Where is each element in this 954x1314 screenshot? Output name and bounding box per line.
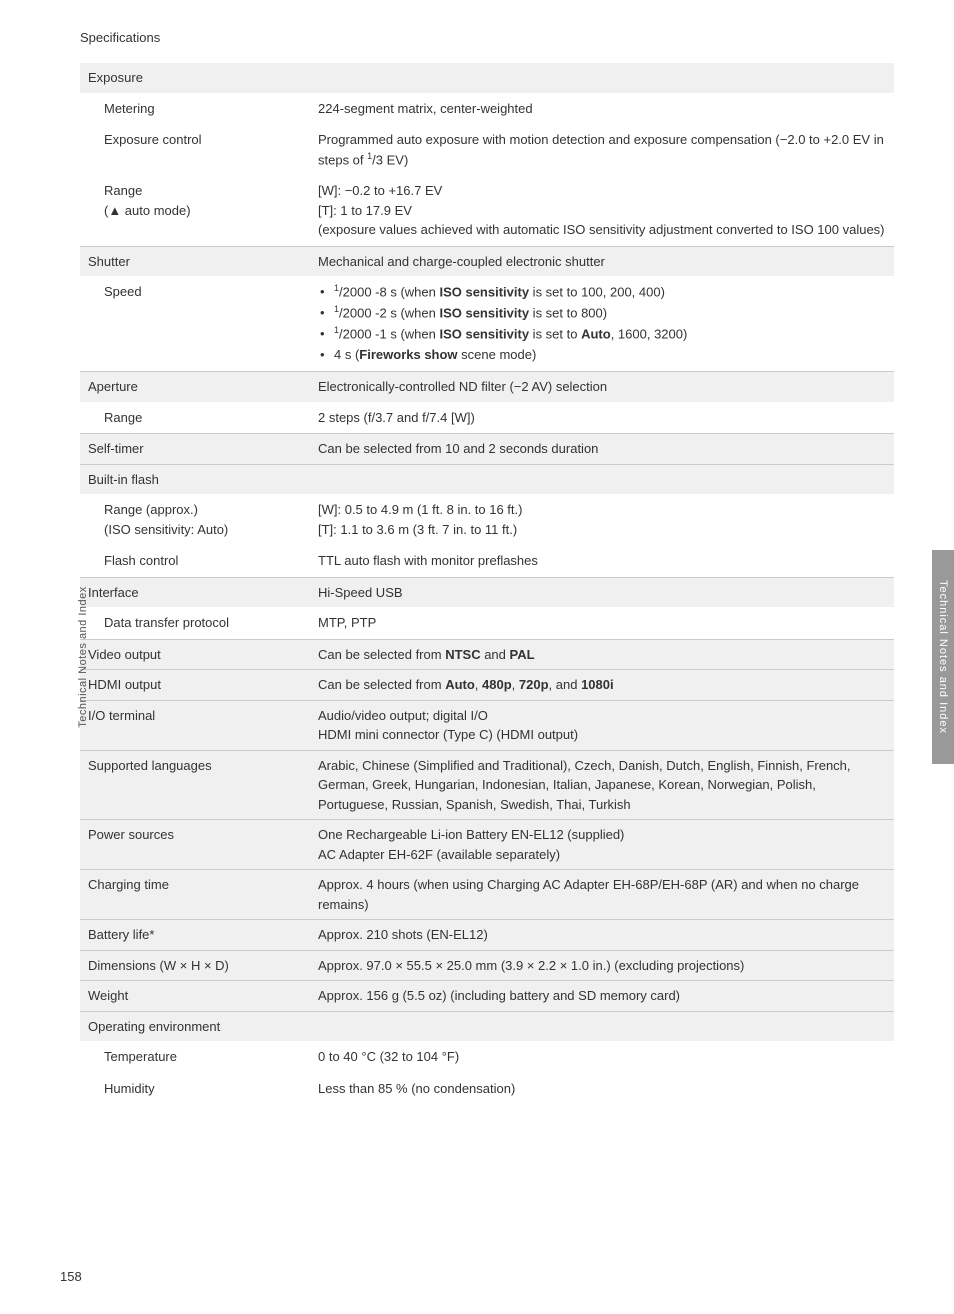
spec-sub-label: Range(▲ auto mode)	[80, 175, 310, 246]
spec-sub-value: 0 to 40 °C (32 to 104 °F)	[310, 1041, 894, 1073]
spec-value: Audio/video output; digital I/OHDMI mini…	[310, 700, 894, 750]
spec-value: Can be selected from 10 and 2 seconds du…	[310, 434, 894, 465]
spec-sub-value: 1/2000 -8 s (when ISO sensitivity is set…	[310, 276, 894, 371]
spec-sub-value: 2 steps (f/3.7 and f/7.4 [W])	[310, 402, 894, 434]
spec-value	[310, 63, 894, 93]
table-row: Range2 steps (f/3.7 and f/7.4 [W])	[80, 402, 894, 434]
spec-value	[310, 1011, 894, 1041]
table-row: Flash controlTTL auto flash with monitor…	[80, 545, 894, 577]
spec-sub-label: Flash control	[80, 545, 310, 577]
table-row: Range(▲ auto mode)[W]: −0.2 to +16.7 EV[…	[80, 175, 894, 246]
spec-value: Approx. 4 hours (when using Charging AC …	[310, 870, 894, 920]
spec-sub-label: Data transfer protocol	[80, 607, 310, 639]
page: Specifications Technical Notes and Index…	[0, 0, 954, 1314]
spec-sub-value: [W]: −0.2 to +16.7 EV[T]: 1 to 17.9 EV(e…	[310, 175, 894, 246]
table-row: Exposure	[80, 63, 894, 93]
table-row: Battery life*Approx. 210 shots (EN-EL12)	[80, 920, 894, 951]
table-row: Speed 1/2000 -8 s (when ISO sensitivity i…	[80, 276, 894, 371]
spec-label: Aperture	[80, 372, 310, 402]
spec-label: Interface	[80, 577, 310, 607]
spec-value: Can be selected from NTSC and PAL	[310, 639, 894, 670]
spec-label: Power sources	[80, 820, 310, 870]
table-row: Supported languagesArabic, Chinese (Simp…	[80, 750, 894, 820]
spec-sub-label: Temperature	[80, 1041, 310, 1073]
table-row: Power sourcesOne Rechargeable Li-ion Bat…	[80, 820, 894, 870]
spec-label: Charging time	[80, 870, 310, 920]
spec-value: One Rechargeable Li-ion Battery EN-EL12 …	[310, 820, 894, 870]
spec-value: Approx. 97.0 × 55.5 × 25.0 mm (3.9 × 2.2…	[310, 950, 894, 981]
table-row: HumidityLess than 85 % (no condensation)	[80, 1073, 894, 1105]
spec-sub-label: Exposure control	[80, 124, 310, 175]
spec-label: Shutter	[80, 246, 310, 276]
spec-label: Battery life*	[80, 920, 310, 951]
bullet-item: 1/2000 -1 s (when ISO sensitivity is set…	[318, 324, 886, 344]
table-row: HDMI outputCan be selected from Auto, 48…	[80, 670, 894, 701]
spec-sub-value: Programmed auto exposure with motion det…	[310, 124, 894, 175]
spec-sub-label: Speed	[80, 276, 310, 371]
spec-sub-value: 224-segment matrix, center-weighted	[310, 93, 894, 125]
page-number: 158	[60, 1269, 82, 1284]
spec-value: Arabic, Chinese (Simplified and Traditio…	[310, 750, 894, 820]
bullet-item: 1/2000 -8 s (when ISO sensitivity is set…	[318, 282, 886, 302]
spec-value: Mechanical and charge-coupled electronic…	[310, 246, 894, 276]
spec-sub-value: MTP, PTP	[310, 607, 894, 639]
side-label: Technical Notes and Index	[77, 586, 89, 728]
table-row: ApertureElectronically-controlled ND fil…	[80, 372, 894, 402]
spec-label: Video output	[80, 639, 310, 670]
spec-sub-label: Metering	[80, 93, 310, 125]
side-tab: Technical Notes and Index	[932, 550, 954, 764]
spec-sub-label: Range (approx.)(ISO sensitivity: Auto)	[80, 494, 310, 545]
spec-label: Operating environment	[80, 1011, 310, 1041]
spec-label: Built-in flash	[80, 464, 310, 494]
spec-label: Self-timer	[80, 434, 310, 465]
spec-value	[310, 464, 894, 494]
spec-value: Electronically-controlled ND filter (−2 …	[310, 372, 894, 402]
spec-label: Supported languages	[80, 750, 310, 820]
spec-sub-label: Range	[80, 402, 310, 434]
table-row: Operating environment	[80, 1011, 894, 1041]
table-row: Self-timerCan be selected from 10 and 2 …	[80, 434, 894, 465]
table-row: Exposure controlProgrammed auto exposure…	[80, 124, 894, 175]
table-row: Charging timeApprox. 4 hours (when using…	[80, 870, 894, 920]
spec-label: Dimensions (W × H × D)	[80, 950, 310, 981]
table-row: Data transfer protocolMTP, PTP	[80, 607, 894, 639]
table-row: I/O terminalAudio/video output; digital …	[80, 700, 894, 750]
table-row: Range (approx.)(ISO sensitivity: Auto)[W…	[80, 494, 894, 545]
spec-sub-label: Humidity	[80, 1073, 310, 1105]
spec-sub-value: Less than 85 % (no condensation)	[310, 1073, 894, 1105]
spec-sub-value: [W]: 0.5 to 4.9 m (1 ft. 8 in. to 16 ft.…	[310, 494, 894, 545]
bullet-item: 4 s (Fireworks show scene mode)	[318, 345, 886, 365]
table-row: Metering224-segment matrix, center-weigh…	[80, 93, 894, 125]
bullet-item: 1/2000 -2 s (when ISO sensitivity is set…	[318, 303, 886, 323]
spec-value: Can be selected from Auto, 480p, 720p, a…	[310, 670, 894, 701]
table-row: Dimensions (W × H × D)Approx. 97.0 × 55.…	[80, 950, 894, 981]
spec-value: Hi-Speed USB	[310, 577, 894, 607]
specs-table: ExposureMetering224-segment matrix, cent…	[80, 63, 894, 1104]
table-row: Video outputCan be selected from NTSC an…	[80, 639, 894, 670]
page-title: Specifications	[80, 30, 894, 45]
table-row: ShutterMechanical and charge-coupled ele…	[80, 246, 894, 276]
spec-label: I/O terminal	[80, 700, 310, 750]
table-row: InterfaceHi-Speed USB	[80, 577, 894, 607]
spec-sub-value: TTL auto flash with monitor preflashes	[310, 545, 894, 577]
spec-value: Approx. 156 g (5.5 oz) (including batter…	[310, 981, 894, 1012]
table-row: Built-in flash	[80, 464, 894, 494]
spec-label: HDMI output	[80, 670, 310, 701]
spec-label: Exposure	[80, 63, 310, 93]
spec-value: Approx. 210 shots (EN-EL12)	[310, 920, 894, 951]
spec-label: Weight	[80, 981, 310, 1012]
table-row: Temperature0 to 40 °C (32 to 104 °F)	[80, 1041, 894, 1073]
table-row: WeightApprox. 156 g (5.5 oz) (including …	[80, 981, 894, 1012]
